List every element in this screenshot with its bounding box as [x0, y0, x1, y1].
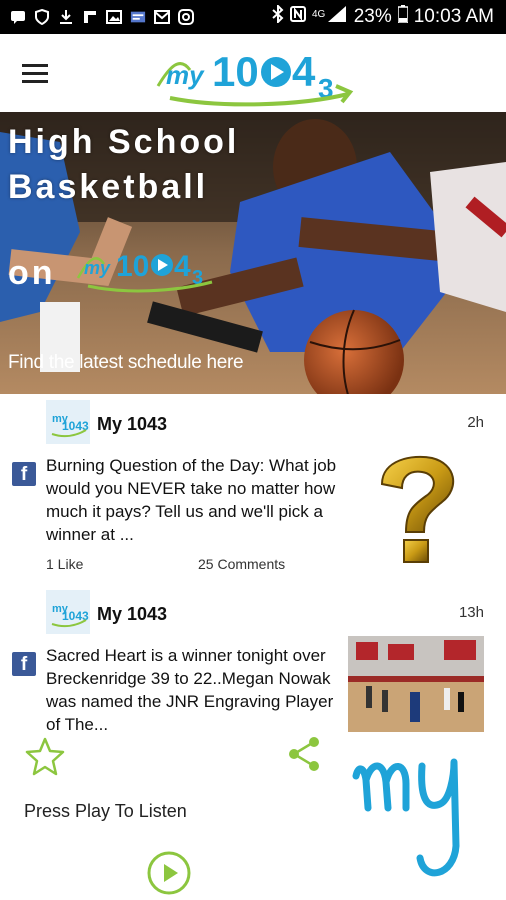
system-status: 4G 23% 10:03 AM [272, 3, 506, 29]
post-author: My 1043 [97, 604, 168, 624]
flipboard-icon [82, 9, 98, 25]
hero-title-line1: High School [8, 123, 240, 161]
svg-text:4: 4 [174, 250, 191, 283]
notification-icons [0, 9, 194, 25]
post-likes[interactable]: 1 Like [46, 556, 83, 572]
play-button-icon[interactable] [146, 850, 192, 896]
avatar: my 1043 [46, 590, 90, 634]
hero-banner[interactable]: High School Basketball on my 10 4 3 Find… [0, 112, 506, 394]
mail-icon [154, 9, 170, 25]
hero-on-text: on [8, 254, 56, 292]
facebook-icon: f [12, 462, 36, 486]
hero-schedule-link[interactable]: Find the latest schedule here [8, 352, 244, 374]
svg-text:my: my [166, 60, 205, 90]
battery-percent: 23% [353, 6, 392, 27]
hero-title-line2: Basketball [8, 168, 209, 206]
share-icon[interactable] [286, 736, 322, 772]
status-bar: 4G 23% 10:03 AM [0, 0, 506, 34]
svg-text:my: my [84, 258, 111, 278]
my-script-logo [352, 758, 460, 877]
signal-icon: 4G [312, 5, 348, 29]
battery-icon [396, 5, 409, 29]
svg-text:4: 4 [292, 48, 316, 95]
news-icon [130, 9, 146, 25]
facebook-icon: f [12, 652, 36, 676]
post-time: 13h [458, 604, 484, 621]
shield-icon [34, 9, 50, 25]
menu-icon[interactable] [22, 64, 48, 84]
my1043-logo: my 10 4 3 [156, 48, 354, 107]
favorite-star-icon[interactable] [24, 736, 66, 776]
hero-title: High School Basketball [8, 120, 239, 210]
post-text: Sacred Heart is a winner tonight over Br… [46, 646, 334, 730]
post-text: Burning Question of the Day: What job wo… [46, 456, 337, 544]
bluetooth-icon [272, 3, 284, 29]
press-play-label: Press Play To Listen [24, 801, 187, 821]
post-comments[interactable]: 25 Comments [198, 556, 285, 572]
gym-photo [348, 636, 484, 732]
image-icon [106, 9, 122, 25]
svg-text:4G: 4G [312, 9, 326, 20]
feed-post[interactable]: my 1043 My 1043 13h f Sacred Heart is a w… [0, 584, 506, 732]
instagram-icon [178, 9, 194, 25]
message-icon [10, 9, 26, 25]
feed-post[interactable]: my 1043 My 1043 2h f Burning Question of … [0, 394, 506, 584]
download-icon [58, 9, 74, 25]
question-mark-image [380, 455, 455, 563]
svg-text:10: 10 [212, 48, 259, 95]
post-time: 2h [467, 414, 484, 431]
clock: 10:03 AM [413, 6, 494, 27]
avatar: my 1043 [46, 400, 90, 444]
post-author: My 1043 [97, 414, 168, 434]
app-bar: my 10 4 3 [0, 34, 506, 112]
hero-my1043-logo: my 10 4 3 [76, 250, 213, 293]
svg-text:10: 10 [116, 250, 149, 283]
nfc-icon [289, 6, 306, 28]
